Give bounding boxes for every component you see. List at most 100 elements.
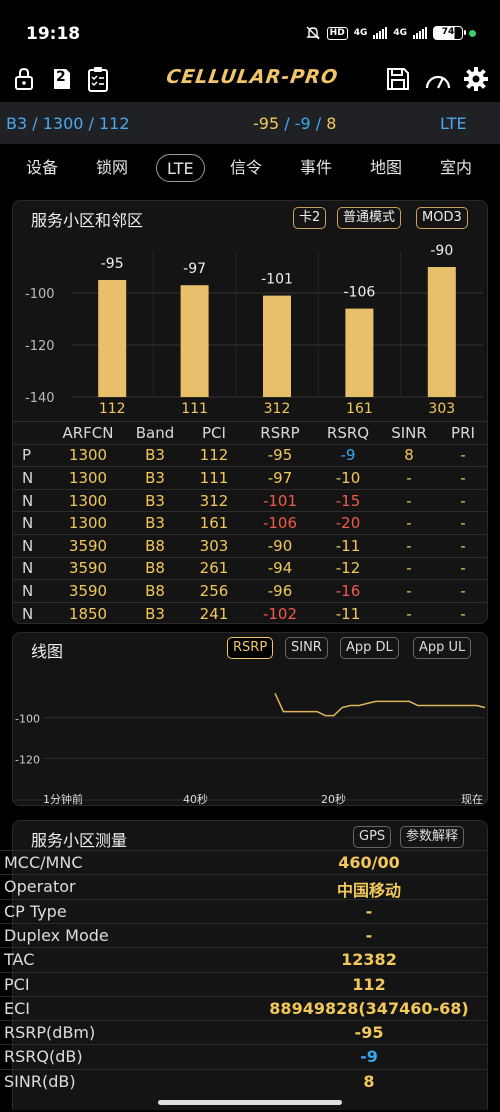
cell-arfcn: 1850 xyxy=(49,601,127,623)
main-tabs: 设备 锁网 LTE 信令 事件 地图 室内 xyxy=(0,148,500,188)
cell-pri: - xyxy=(437,443,487,467)
metric-chip-app-ul[interactable]: App UL xyxy=(413,637,472,659)
measurement-key: RSRP(dBm) xyxy=(4,1023,96,1043)
signal-strength-2-icon xyxy=(413,27,427,39)
measurement-row: PCI 112 xyxy=(0,971,488,996)
cell-type: N xyxy=(13,556,49,580)
cell-sinr: - xyxy=(381,466,437,490)
table-header-row: ARFCN Band PCI RSRP RSRQ SINR PRI xyxy=(13,421,487,445)
measurement-key: ECI xyxy=(4,998,30,1018)
measurement-key: CP Type xyxy=(4,901,67,921)
app-toolbar: 2 CELLULAR-PRO xyxy=(0,60,500,100)
bar-chart-svg: -100 -120 -140 -95 112 -97 111 -101 312 -106 161 -9… xyxy=(25,243,483,417)
cell-arfcn: 3590 xyxy=(49,533,127,558)
cell-pci: 261 xyxy=(183,556,245,580)
y-tick-label: -100 xyxy=(15,713,40,726)
cell-band: B3 xyxy=(127,511,183,535)
bar xyxy=(427,267,456,397)
metric-chip-rsrp[interactable]: RSRP xyxy=(227,637,274,659)
table-row: N 3590 B8 303 -90 -11- - xyxy=(13,533,487,558)
metric-chip-sinr[interactable]: SINR xyxy=(285,637,328,659)
param-explain-chip[interactable]: 参数解释 xyxy=(400,826,465,848)
cell-rsrp: -101 xyxy=(245,488,315,512)
x-tick-label: 20秒 xyxy=(321,792,346,805)
band-channel-pci: B3 / 1300 / 112 xyxy=(6,114,130,133)
metric-chip-app-dl[interactable]: App DL xyxy=(340,637,399,659)
cell-rsrp: -94 xyxy=(245,556,315,580)
bar-value-label: -90 xyxy=(430,243,453,259)
cell-rsrp: -102 xyxy=(245,601,315,623)
bar-value-label: -106 xyxy=(344,285,376,301)
tab-lte[interactable]: LTE xyxy=(156,154,205,182)
measurement-value: 88949828(347460-68) xyxy=(269,998,469,1018)
measurement-key: MCC/MNC xyxy=(4,853,83,872)
save-icon[interactable] xyxy=(384,65,412,93)
bar-value-label: -97 xyxy=(183,261,206,277)
tab-events[interactable]: 事件 xyxy=(300,154,332,182)
tab-device[interactable]: 设备 xyxy=(26,154,58,182)
col-rsrq: RSRQ xyxy=(315,421,381,445)
cell-sinr: - xyxy=(381,601,437,623)
measurement-value: -9 xyxy=(360,1047,378,1067)
tab-indoor[interactable]: 室内 xyxy=(440,154,472,182)
cell-pci: 161 xyxy=(183,511,245,535)
neighbor-table-body: P 1300 B3 112 -95 -9 8- N 1300 B3 111 -97 -10- - N 1300… xyxy=(13,443,487,623)
cell-band: B3 xyxy=(127,466,183,490)
home-indicator[interactable] xyxy=(158,1100,342,1105)
cell-type: P xyxy=(13,443,49,467)
cell-rsrq: -11 xyxy=(315,601,381,623)
status-icons: HD 4G 4G 74 xyxy=(305,25,476,41)
cell-pri: - xyxy=(437,601,487,623)
cell-pri: - xyxy=(437,533,487,558)
cell-arfcn: 1300 xyxy=(49,443,127,467)
cell-arfcn: 3590 xyxy=(49,556,127,580)
cell-pci: 241 xyxy=(183,601,245,623)
cell-band: B8 xyxy=(127,579,183,603)
x-tick-label: 1分钟前 xyxy=(43,792,83,805)
measurement-value: 12382 xyxy=(341,950,397,970)
bar xyxy=(98,280,127,397)
hd-voice-badge: HD xyxy=(326,26,348,40)
measurement-row: Duplex Mode - xyxy=(0,922,488,947)
battery-icon: 74 xyxy=(433,26,466,40)
col-band: Band xyxy=(127,421,183,445)
tab-signaling[interactable]: 信令 xyxy=(230,154,262,182)
cell-band: B8 xyxy=(127,556,183,580)
gear-icon[interactable] xyxy=(462,65,490,93)
measurement-value: 8 xyxy=(363,1071,375,1091)
sim-2-icon[interactable]: 2 xyxy=(48,65,76,93)
cell-pri: - xyxy=(437,511,487,535)
cell-rsrp: -97 xyxy=(245,466,315,490)
tab-lock-network[interactable]: 锁网 xyxy=(96,154,128,182)
measurement-value: 460/00 xyxy=(338,853,400,872)
table-row: P 1300 B3 112 -95 -9 8- xyxy=(13,443,487,467)
col-pci: PCI xyxy=(183,421,245,445)
clipboard-icon[interactable] xyxy=(84,65,112,93)
speedometer-icon[interactable] xyxy=(424,65,452,93)
measurement-value: -95 xyxy=(354,1023,384,1043)
col-rsrp: RSRP xyxy=(245,421,315,445)
network-type-2: 4G xyxy=(393,28,407,38)
cell-rsrp: -95 xyxy=(245,443,315,467)
cell-sinr: - xyxy=(381,511,437,535)
cell-rsrp: -90 xyxy=(245,533,315,558)
panel-title: 线图 xyxy=(31,642,64,661)
summary-separator: / xyxy=(310,114,327,133)
cell-pri: - xyxy=(437,466,487,490)
serving-neighbor-panel: 服务小区和邻区 卡2 普通模式 MOD3 -100 -120 -140 -95 112-… xyxy=(12,200,488,624)
bar-category-label: 161 xyxy=(346,401,373,417)
measurement-key: PCI xyxy=(4,974,30,994)
cell-band: B3 xyxy=(127,488,183,512)
gps-chip[interactable]: GPS xyxy=(353,826,392,848)
table-row: N 1850 B3 241 -102 -11- - xyxy=(13,601,487,623)
col-arfcn: ARFCN xyxy=(49,421,127,445)
cell-rsrp: -106 xyxy=(245,511,315,535)
cell-sinr: 8 xyxy=(381,443,437,467)
bar-category-label: 303 xyxy=(428,401,455,417)
cell-pci: 303 xyxy=(183,533,245,558)
cell-type: N xyxy=(13,601,49,623)
cell-rsrq: -11 xyxy=(315,533,381,558)
measurement-row: SINR(dB) 8 xyxy=(0,1068,488,1093)
tab-map[interactable]: 地图 xyxy=(370,154,402,182)
lock-icon[interactable] xyxy=(10,65,38,93)
